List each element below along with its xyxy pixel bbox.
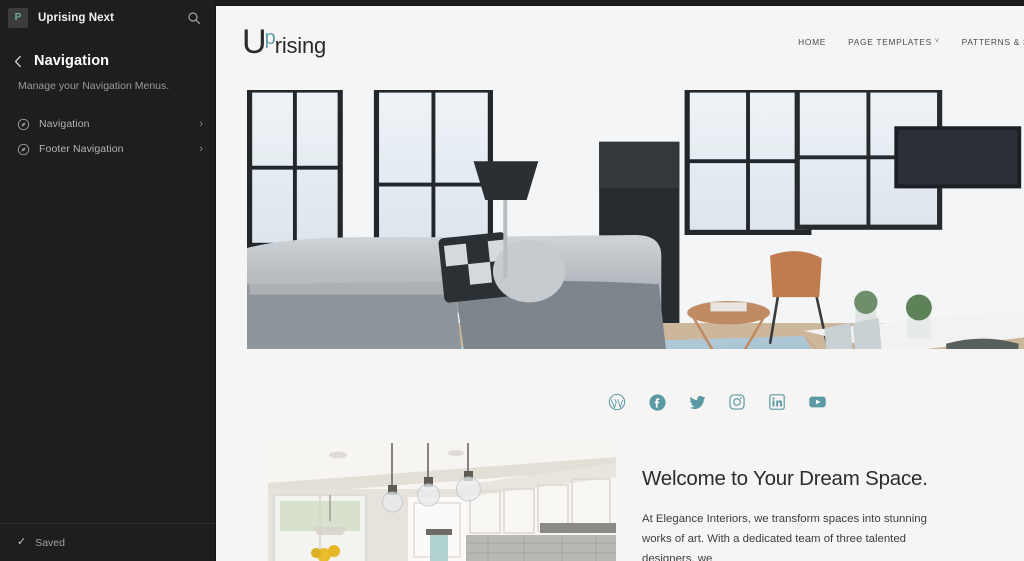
twitter-icon[interactable] bbox=[688, 393, 707, 412]
site-title: Uprising Next bbox=[38, 12, 115, 24]
site-logo-letter: P bbox=[14, 12, 22, 23]
youtube-icon[interactable] bbox=[808, 393, 827, 412]
sidebar-item-label: Footer Navigation bbox=[39, 143, 124, 156]
brand-letter-u: U bbox=[242, 23, 267, 61]
status-badge: Saved bbox=[35, 536, 65, 549]
sidebar-item-label: Navigation bbox=[39, 118, 90, 131]
linkedin-icon[interactable] bbox=[768, 393, 787, 412]
save-status-bar[interactable]: ✓ Saved bbox=[0, 523, 215, 561]
editor-canvas-area: U p rising HOME PAGE TEMPLATES ˅ PATTERN… bbox=[215, 0, 1024, 561]
sidebar-item-footer-navigation[interactable]: Footer Navigation › bbox=[0, 137, 215, 162]
sidebar-panel-header: Navigation bbox=[0, 36, 215, 70]
back-chevron-icon[interactable] bbox=[10, 52, 26, 70]
page-title: Navigation bbox=[34, 53, 110, 69]
navigation-compass-icon bbox=[17, 118, 30, 131]
nav-item-page-templates[interactable]: PAGE TEMPLATES ˅ bbox=[848, 37, 940, 47]
welcome-section: Welcome to Your Dream Space. At Elegance… bbox=[216, 443, 1024, 561]
welcome-paragraph: At Elegance Interiors, we transform spac… bbox=[642, 512, 927, 561]
facebook-icon[interactable] bbox=[648, 393, 667, 412]
search-icon[interactable] bbox=[183, 7, 205, 29]
brand-text-rising: rising bbox=[274, 33, 327, 58]
editor-sidebar: P Uprising Next Navigation Manage your N… bbox=[0, 0, 215, 561]
welcome-text-block: Welcome to Your Dream Space. At Elegance… bbox=[642, 443, 1024, 561]
site-logo-icon[interactable]: P bbox=[8, 8, 28, 28]
site-navigation: HOME PAGE TEMPLATES ˅ PATTERNS & STYLES … bbox=[798, 37, 1024, 47]
site-preview-canvas[interactable]: U p rising HOME PAGE TEMPLATES ˅ PATTERN… bbox=[216, 6, 1024, 561]
nav-item-home[interactable]: HOME bbox=[798, 37, 826, 47]
nav-item-label: PATTERNS & STYLES bbox=[961, 37, 1024, 47]
nav-item-label: PAGE TEMPLATES bbox=[848, 37, 932, 47]
wordpress-icon[interactable] bbox=[608, 393, 627, 412]
navigation-menu-list: Navigation › Footer Navigation › bbox=[0, 112, 215, 162]
site-editor-window: P Uprising Next Navigation Manage your N… bbox=[0, 0, 1024, 561]
sidebar-topbar: P Uprising Next bbox=[0, 0, 215, 36]
sidebar-panel-subtitle: Manage your Navigation Menus. bbox=[18, 80, 170, 92]
site-header: U p rising HOME PAGE TEMPLATES ˅ PATTERN… bbox=[216, 6, 1024, 78]
nav-item-patterns-styles[interactable]: PATTERNS & STYLES ˅ bbox=[962, 37, 1024, 47]
instagram-icon[interactable] bbox=[728, 393, 747, 412]
kitchen-photo bbox=[268, 443, 616, 561]
hero-image bbox=[247, 90, 1024, 349]
site-brand-logo[interactable]: U p rising bbox=[242, 25, 798, 59]
check-icon: ✓ bbox=[17, 536, 27, 548]
sidebar-item-navigation[interactable]: Navigation › bbox=[0, 112, 215, 137]
hero-image-block[interactable] bbox=[247, 90, 1024, 349]
welcome-heading: Welcome to Your Dream Space. bbox=[642, 467, 928, 490]
navigation-compass-icon bbox=[17, 143, 30, 156]
sidebar-scrollbar[interactable] bbox=[204, 0, 211, 561]
chevron-down-icon: ˅ bbox=[934, 37, 940, 45]
social-links-row bbox=[216, 379, 1024, 425]
kitchen-image[interactable] bbox=[268, 443, 616, 561]
nav-item-label: HOME bbox=[798, 37, 827, 47]
